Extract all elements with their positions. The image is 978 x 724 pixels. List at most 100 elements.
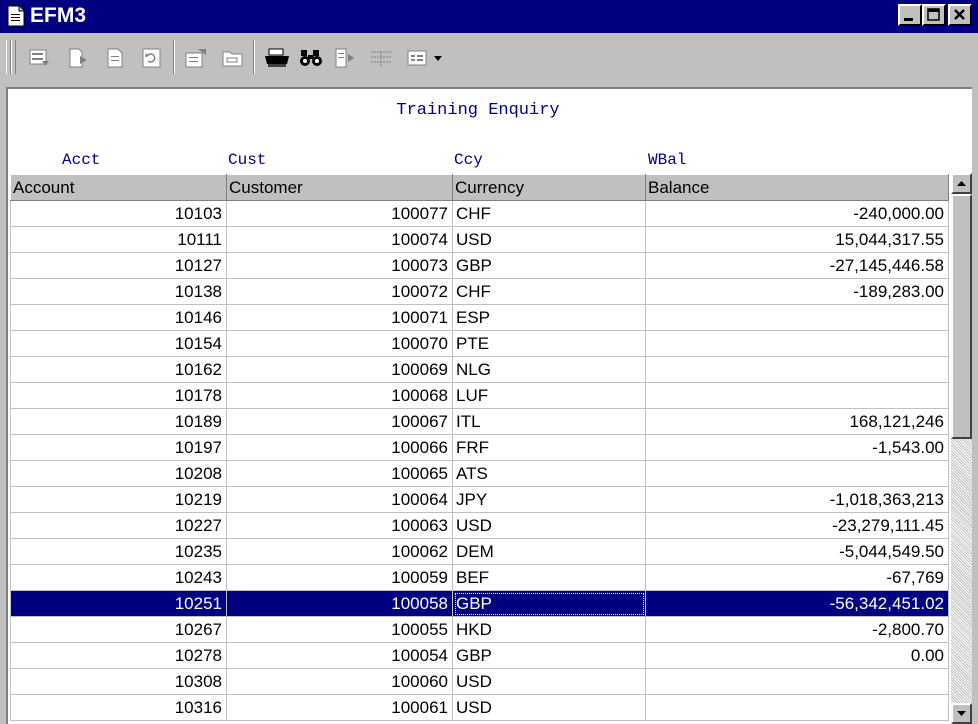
minimize-button[interactable] — [898, 4, 922, 26]
title-bar[interactable]: EFM3 — [0, 0, 978, 33]
scroll-up-button[interactable] — [951, 173, 972, 194]
cell-currency[interactable]: USD — [452, 226, 646, 253]
cell-customer[interactable]: 100059 — [226, 564, 453, 591]
cell-account[interactable]: 10154 — [10, 330, 227, 357]
refresh-icon[interactable] — [137, 43, 167, 73]
cell-account[interactable]: 10138 — [10, 278, 227, 305]
cell-account[interactable]: 10219 — [10, 486, 227, 513]
cell-customer[interactable]: 100058 — [226, 590, 453, 617]
cell-balance[interactable]: 0.00 — [645, 642, 949, 669]
scroll-down-button[interactable] — [951, 703, 972, 724]
cell-customer[interactable]: 100068 — [226, 382, 453, 409]
cell-balance[interactable]: -240,000.00 — [645, 200, 949, 227]
table-row[interactable]: 10138 100072 CHF -189,283.00 — [10, 278, 949, 305]
cell-currency[interactable]: GBP — [452, 590, 646, 617]
table-row[interactable]: 10197 100066 FRF -1,543.00 — [10, 434, 949, 461]
cell-currency[interactable]: NLG — [452, 356, 646, 383]
cell-account[interactable]: 10111 — [10, 226, 227, 253]
layout-icon[interactable] — [404, 43, 434, 73]
cell-account[interactable]: 10127 — [10, 252, 227, 279]
cell-customer[interactable]: 100063 — [226, 512, 453, 539]
cell-balance[interactable]: -1,018,363,213 — [645, 486, 949, 513]
cell-account[interactable]: 10208 — [10, 460, 227, 487]
cell-balance[interactable]: -5,044,549.50 — [645, 538, 949, 565]
folder-icon[interactable] — [218, 43, 248, 73]
cell-customer[interactable]: 100074 — [226, 226, 453, 253]
cell-customer[interactable]: 100070 — [226, 330, 453, 357]
table-row[interactable]: 10251 100058 GBP -56,342,451.02 — [10, 590, 949, 617]
cell-customer[interactable]: 100072 — [226, 278, 453, 305]
scroll-thumb[interactable] — [951, 194, 972, 439]
cell-currency[interactable]: USD — [452, 668, 646, 695]
cell-balance[interactable]: 168,121,246 — [645, 408, 949, 435]
table-row[interactable]: 10243 100059 BEF -67,769 — [10, 564, 949, 591]
table-row[interactable]: 10227 100063 USD -23,279,111.45 — [10, 512, 949, 539]
scroll-track[interactable] — [951, 439, 972, 703]
cell-balance[interactable]: -67,769 — [645, 564, 949, 591]
cell-account[interactable]: 10235 — [10, 538, 227, 565]
cell-customer[interactable]: 100077 — [226, 200, 453, 227]
cell-currency[interactable]: USD — [452, 694, 646, 721]
table-row[interactable]: 10178 100068 LUF — [10, 382, 949, 409]
cell-account[interactable]: 10243 — [10, 564, 227, 591]
cell-balance[interactable] — [645, 694, 949, 721]
maximize-button[interactable] — [922, 4, 946, 26]
column-header-currency[interactable]: Currency — [452, 174, 646, 201]
column-header-customer[interactable]: Customer — [226, 174, 453, 201]
table-row[interactable]: 10267 100055 HKD -2,800.70 — [10, 616, 949, 643]
grid-lines-icon[interactable] — [366, 43, 396, 73]
cell-customer[interactable]: 100064 — [226, 486, 453, 513]
table-row[interactable]: 10278 100054 GBP 0.00 — [10, 642, 949, 669]
cell-balance[interactable]: -23,279,111.45 — [645, 512, 949, 539]
chevron-down-icon[interactable] — [432, 43, 444, 73]
table-row[interactable]: 10103 100077 CHF -240,000.00 — [10, 200, 949, 227]
cell-account[interactable]: 10278 — [10, 642, 227, 669]
cell-balance[interactable]: -189,283.00 — [645, 278, 949, 305]
find-icon[interactable] — [296, 43, 326, 73]
table-row[interactable]: 10308 100060 USD — [10, 668, 949, 695]
cell-balance[interactable]: -1,543.00 — [645, 434, 949, 461]
table-row[interactable]: 10235 100062 DEM -5,044,549.50 — [10, 538, 949, 565]
cell-balance[interactable] — [645, 356, 949, 383]
cell-customer[interactable]: 100054 — [226, 642, 453, 669]
cell-customer[interactable]: 100067 — [226, 408, 453, 435]
cell-balance[interactable] — [645, 668, 949, 695]
cell-currency[interactable]: CHF — [452, 278, 646, 305]
toolbar-grip[interactable] — [11, 40, 16, 74]
cell-account[interactable]: 10178 — [10, 382, 227, 409]
column-header-balance[interactable]: Balance — [645, 174, 949, 201]
cell-account[interactable]: 10162 — [10, 356, 227, 383]
properties-icon[interactable] — [181, 43, 211, 73]
cell-balance[interactable] — [645, 382, 949, 409]
cell-account[interactable]: 10316 — [10, 694, 227, 721]
print-icon[interactable] — [262, 43, 292, 73]
table-row[interactable]: 10162 100069 NLG — [10, 356, 949, 383]
table-row[interactable]: 10146 100071 ESP — [10, 304, 949, 331]
table-row[interactable]: 10219 100064 JPY -1,018,363,213 — [10, 486, 949, 513]
cell-customer[interactable]: 100066 — [226, 434, 453, 461]
cell-customer[interactable]: 100061 — [226, 694, 453, 721]
table-row[interactable]: 10154 100070 PTE — [10, 330, 949, 357]
cell-customer[interactable]: 100069 — [226, 356, 453, 383]
cell-account[interactable]: 10197 — [10, 434, 227, 461]
cell-account[interactable]: 10251 — [10, 590, 227, 617]
cell-customer[interactable]: 100071 — [226, 304, 453, 331]
form-view-icon[interactable] — [25, 43, 55, 73]
cell-currency[interactable]: LUF — [452, 382, 646, 409]
cell-currency[interactable]: ITL — [452, 408, 646, 435]
cell-account[interactable]: 10227 — [10, 512, 227, 539]
cell-currency[interactable]: CHF — [452, 200, 646, 227]
cell-customer[interactable]: 100073 — [226, 252, 453, 279]
cell-currency[interactable]: FRF — [452, 434, 646, 461]
record-forward-icon[interactable] — [63, 43, 93, 73]
table-row[interactable]: 10208 100065 ATS — [10, 460, 949, 487]
cell-account[interactable]: 10103 — [10, 200, 227, 227]
cell-currency[interactable]: JPY — [452, 486, 646, 513]
cell-customer[interactable]: 100065 — [226, 460, 453, 487]
next-page-icon[interactable] — [330, 43, 360, 73]
close-button[interactable] — [948, 4, 972, 26]
record-icon[interactable] — [100, 43, 130, 73]
cell-customer[interactable]: 100060 — [226, 668, 453, 695]
column-header-account[interactable]: Account — [10, 174, 227, 201]
table-row[interactable]: 10111 100074 USD 15,044,317.55 — [10, 226, 949, 253]
